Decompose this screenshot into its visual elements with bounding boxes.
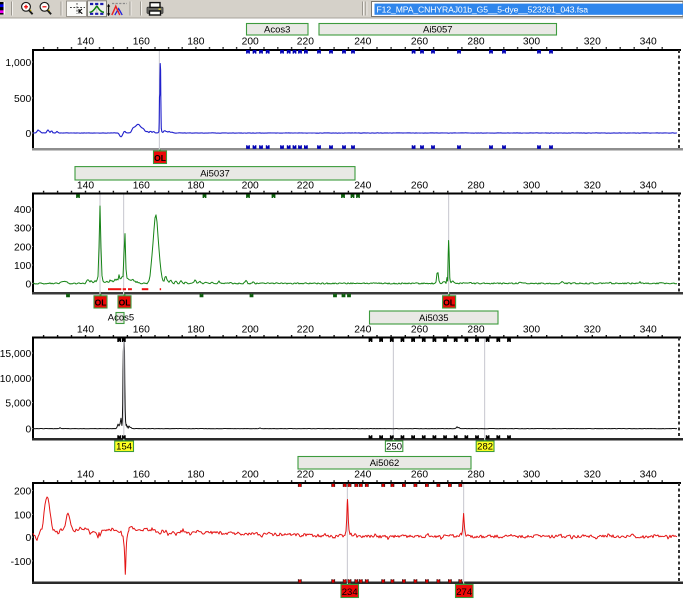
svg-text:OL: OL: [443, 298, 455, 308]
svg-text:200: 200: [242, 37, 259, 48]
svg-text:320: 320: [584, 37, 601, 48]
svg-text:340: 340: [640, 325, 657, 336]
svg-text:240: 240: [354, 181, 371, 192]
svg-text:10,000: 10,000: [0, 374, 31, 385]
svg-text:15,000: 15,000: [0, 349, 31, 360]
svg-text:200: 200: [242, 470, 259, 481]
svg-text:154: 154: [116, 442, 132, 453]
svg-text:Acos3: Acos3: [264, 25, 290, 36]
svg-text:300: 300: [523, 470, 540, 481]
svg-text:0: 0: [25, 279, 31, 290]
svg-text:140: 140: [77, 181, 94, 192]
svg-text:400: 400: [14, 205, 31, 216]
svg-text:Ai5037: Ai5037: [200, 169, 230, 180]
svg-text:280: 280: [467, 325, 484, 336]
svg-text:340: 340: [640, 470, 657, 481]
svg-text:160: 160: [133, 470, 150, 481]
svg-text:Ai5062: Ai5062: [370, 458, 400, 469]
svg-text:180: 180: [187, 325, 204, 336]
svg-text:300: 300: [14, 224, 31, 235]
svg-text:200: 200: [242, 181, 259, 192]
svg-text:220: 220: [297, 325, 314, 336]
svg-text:340: 340: [640, 37, 657, 48]
svg-text:220: 220: [297, 470, 314, 481]
svg-text:180: 180: [187, 470, 204, 481]
svg-text:OL: OL: [154, 153, 166, 163]
svg-text:180: 180: [187, 37, 204, 48]
svg-text:234: 234: [342, 587, 358, 598]
svg-text:340: 340: [640, 181, 657, 192]
svg-text:240: 240: [354, 470, 371, 481]
svg-text:282: 282: [477, 442, 493, 453]
svg-text:200: 200: [14, 242, 31, 253]
svg-text:OL: OL: [119, 298, 131, 308]
svg-text:300: 300: [523, 325, 540, 336]
svg-text:OL: OL: [95, 298, 107, 308]
svg-text:220: 220: [297, 37, 314, 48]
svg-text:160: 160: [133, 181, 150, 192]
svg-text:140: 140: [77, 325, 94, 336]
svg-text:260: 260: [411, 181, 428, 192]
svg-text:100: 100: [14, 261, 31, 272]
svg-text:280: 280: [467, 470, 484, 481]
svg-text:240: 240: [354, 37, 371, 48]
svg-text:500: 500: [14, 94, 31, 105]
svg-text:5,000: 5,000: [5, 399, 31, 410]
svg-text:300: 300: [523, 37, 540, 48]
svg-text:200: 200: [14, 487, 31, 498]
svg-text:240: 240: [354, 325, 371, 336]
svg-text:160: 160: [133, 37, 150, 48]
svg-text:140: 140: [77, 470, 94, 481]
svg-text:220: 220: [297, 181, 314, 192]
svg-text:-100: -100: [11, 557, 32, 568]
svg-text:160: 160: [133, 325, 150, 336]
svg-text:0: 0: [25, 533, 31, 544]
svg-text:0: 0: [25, 425, 31, 436]
svg-text:F12_MPA_CNHYRAJ01b_G5__5-dye__: F12_MPA_CNHYRAJ01b_G5__5-dye__523261_043…: [377, 4, 589, 14]
svg-text:274: 274: [456, 587, 472, 598]
svg-text:1,000: 1,000: [5, 58, 31, 69]
svg-text:260: 260: [411, 325, 428, 336]
svg-text:Ai5057: Ai5057: [423, 25, 453, 36]
svg-text:100: 100: [14, 510, 31, 521]
svg-text:320: 320: [584, 181, 601, 192]
svg-text:140: 140: [77, 37, 94, 48]
svg-text:280: 280: [467, 181, 484, 192]
svg-text:280: 280: [467, 37, 484, 48]
svg-text:250: 250: [386, 442, 402, 453]
svg-text:300: 300: [523, 181, 540, 192]
svg-text:260: 260: [411, 37, 428, 48]
svg-text:Ai5035: Ai5035: [419, 313, 449, 324]
svg-text:200: 200: [242, 325, 259, 336]
svg-text:320: 320: [584, 470, 601, 481]
svg-text:320: 320: [584, 325, 601, 336]
svg-text:180: 180: [187, 181, 204, 192]
svg-text:260: 260: [411, 470, 428, 481]
svg-text:0: 0: [25, 129, 31, 140]
svg-text:Acos5: Acos5: [108, 313, 134, 324]
